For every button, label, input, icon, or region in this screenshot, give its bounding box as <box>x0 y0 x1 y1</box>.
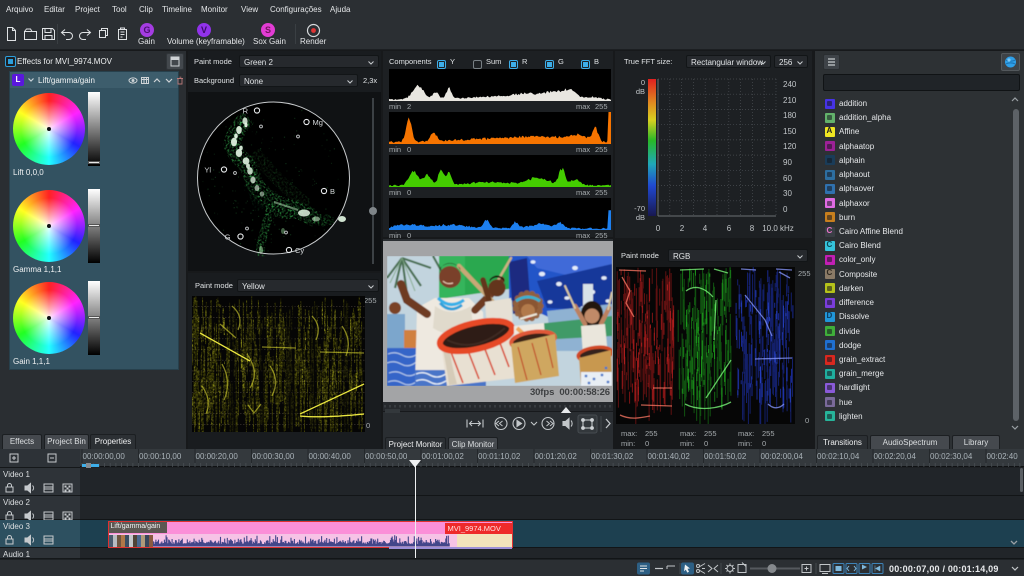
svg-text:Cy: Cy <box>295 246 304 255</box>
svg-text:00:01:40,02: 00:01:40,02 <box>648 452 691 461</box>
svg-text:Yl: Yl <box>204 166 211 175</box>
svg-text:-70: -70 <box>634 204 645 213</box>
svg-text:00:02:30,04: 00:02:30,04 <box>930 452 973 461</box>
svg-text:00:00:30,00: 00:00:30,00 <box>252 452 295 461</box>
svg-text:210: 210 <box>783 96 797 105</box>
svg-text:00:01:20,02: 00:01:20,02 <box>535 452 578 461</box>
svg-text:R: R <box>243 107 249 116</box>
svg-text:120: 120 <box>783 142 797 151</box>
svg-text:00:00:20,00: 00:00:20,00 <box>196 452 239 461</box>
svg-text:0: 0 <box>656 224 661 233</box>
svg-text:30: 30 <box>783 189 792 198</box>
svg-text:8: 8 <box>750 224 755 233</box>
svg-text:dB: dB <box>636 87 645 96</box>
svg-text:2: 2 <box>680 224 685 233</box>
svg-text:0: 0 <box>641 78 645 87</box>
svg-text:00:02:10,04: 00:02:10,04 <box>817 452 860 461</box>
svg-text:00:02:00,04: 00:02:00,04 <box>761 452 804 461</box>
svg-text:00:00:40,00: 00:00:40,00 <box>309 452 352 461</box>
svg-text:00:01:30,02: 00:01:30,02 <box>591 452 634 461</box>
svg-text:00:02:20,04: 00:02:20,04 <box>874 452 917 461</box>
svg-text:00:01:00,02: 00:01:00,02 <box>422 452 465 461</box>
svg-text:0: 0 <box>783 205 788 214</box>
svg-text:Mg: Mg <box>313 118 323 127</box>
svg-text:60: 60 <box>783 174 792 183</box>
svg-text:00:00:00,00: 00:00:00,00 <box>83 452 126 461</box>
svg-text:G: G <box>225 233 231 242</box>
svg-text:180: 180 <box>783 111 797 120</box>
svg-text:00:00:50,00: 00:00:50,00 <box>365 452 408 461</box>
svg-text:dB: dB <box>636 213 645 222</box>
svg-text:240: 240 <box>783 80 797 89</box>
svg-text:4: 4 <box>703 224 708 233</box>
svg-text:00:01:10,02: 00:01:10,02 <box>478 452 521 461</box>
svg-text:90: 90 <box>783 158 792 167</box>
svg-text:B: B <box>330 187 335 196</box>
svg-text:6: 6 <box>727 224 732 233</box>
svg-text:10.0 kHz: 10.0 kHz <box>762 224 794 233</box>
svg-text:00:02:40: 00:02:40 <box>987 452 1019 461</box>
svg-text:150: 150 <box>783 127 797 136</box>
svg-text:00:01:50,02: 00:01:50,02 <box>704 452 747 461</box>
svg-text:00:00:10,00: 00:00:10,00 <box>139 452 182 461</box>
